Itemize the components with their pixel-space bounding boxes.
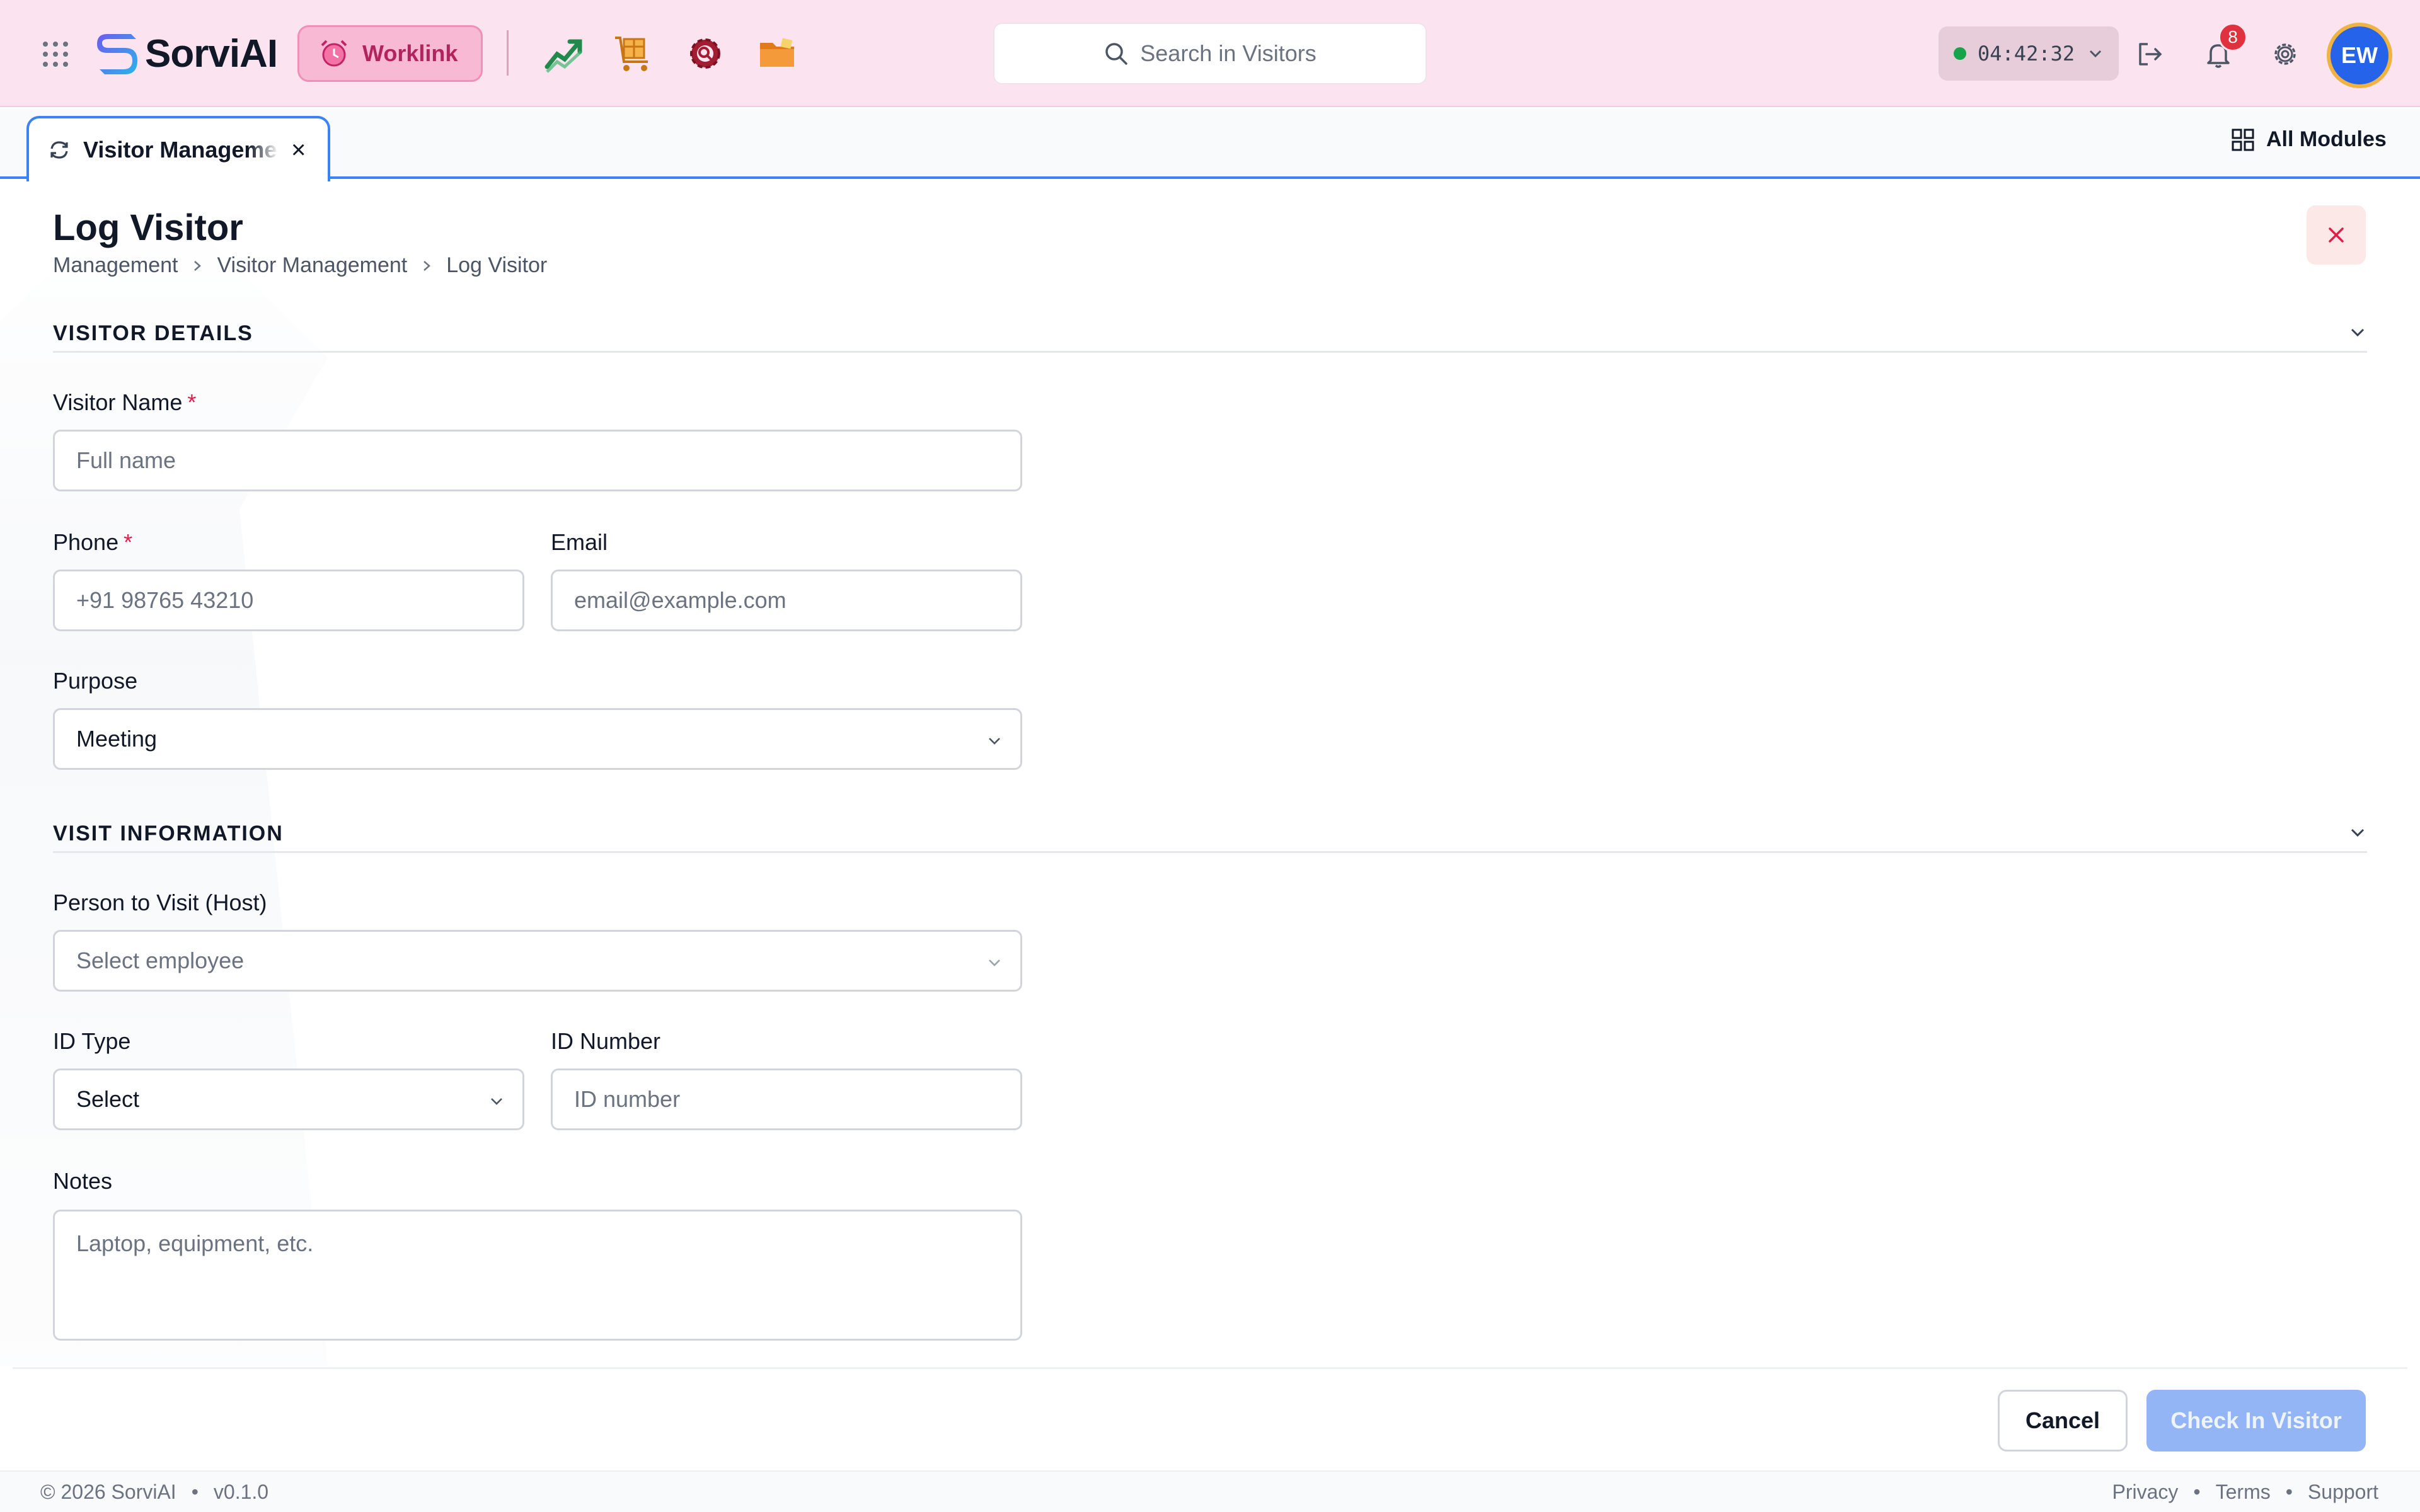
id-type-label: ID Type	[53, 1028, 131, 1054]
visitor-name-input[interactable]: Full name	[53, 430, 1022, 491]
breadcrumb-item[interactable]: Visitor Management	[217, 253, 407, 278]
placeholder: email@example.com	[574, 587, 786, 613]
workspace-label: Worklink	[362, 40, 458, 66]
folder-icon[interactable]	[756, 33, 798, 74]
notes-label: Notes	[53, 1168, 113, 1194]
search-bar[interactable]: Search in Visitors	[993, 23, 1427, 84]
refresh-icon	[50, 141, 68, 159]
support-link[interactable]: Support	[2308, 1480, 2378, 1504]
purpose-select[interactable]: Meeting	[53, 708, 1022, 770]
visitor-name-label: Visitor Name *	[53, 389, 196, 416]
breadcrumb-item-current: Log Visitor	[446, 253, 548, 277]
app-grid-icon[interactable]	[42, 40, 69, 68]
brand-logo[interactable]: SorviAI	[93, 26, 278, 81]
page-title: Log Visitor	[53, 207, 243, 248]
attendance-timer[interactable]: 04:42:32	[1939, 26, 2119, 81]
phone-input[interactable]: +91 98765 43210	[53, 570, 524, 631]
version-text: v0.1.0	[213, 1480, 269, 1503]
user-avatar[interactable]: EW	[2327, 23, 2392, 88]
placeholder: Laptop, equipment, etc.	[76, 1230, 314, 1256]
chevron-down-icon	[491, 1098, 502, 1105]
brand-name: SorviAI	[145, 32, 278, 76]
all-modules-label: All Modules	[2266, 127, 2387, 151]
purpose-label: Purpose	[53, 668, 138, 694]
package-cart-icon[interactable]	[613, 33, 654, 74]
separator: •	[2285, 1480, 2293, 1503]
placeholder: +91 98765 43210	[76, 587, 254, 613]
gear-search-icon[interactable]	[684, 33, 726, 74]
section-visitor-details[interactable]: VISITOR DETAILS	[53, 321, 2367, 353]
search-icon	[1105, 43, 1128, 65]
separator: •	[2193, 1480, 2201, 1503]
notification-badge: 8	[2218, 23, 2247, 52]
cancel-button[interactable]: Cancel	[1998, 1390, 2128, 1452]
separator: •	[191, 1480, 199, 1503]
top-bar: SorviAI Worklink Search in Visitors 04:4…	[0, 0, 2420, 107]
workspace-button[interactable]: Worklink	[297, 25, 483, 82]
status-dot	[1954, 47, 1966, 60]
gear-icon[interactable]	[2270, 39, 2300, 69]
host-label: Person to Visit (Host)	[53, 890, 267, 915]
tab-visitor-management[interactable]: Visitor Management ×	[26, 116, 330, 181]
grid-four-icon	[2232, 129, 2254, 151]
copyright-text: © 2026 SorviAI	[40, 1480, 176, 1503]
email-label: Email	[551, 529, 608, 555]
search-placeholder: Search in Visitors	[1140, 40, 1317, 66]
breadcrumb-item[interactable]: Management	[53, 253, 178, 278]
check-in-visitor-button[interactable]: Check In Visitor	[2146, 1390, 2366, 1452]
chevron-right-icon	[424, 260, 431, 271]
footer-links: Privacy • Terms • Support	[2112, 1480, 2379, 1504]
chevron-down-icon	[2090, 50, 2102, 58]
label-text: Phone	[53, 529, 119, 555]
notes-textarea[interactable]: Laptop, equipment, etc.	[53, 1210, 1022, 1341]
alarm-clock-icon	[321, 40, 347, 67]
chevron-down-icon	[989, 738, 1000, 745]
phone-label: Phone *	[53, 529, 132, 556]
chevron-down-icon[interactable]	[2348, 323, 2367, 341]
required-marker: *	[187, 389, 197, 415]
placeholder: ID number	[574, 1086, 681, 1112]
header-divider	[507, 30, 509, 76]
close-icon	[2329, 227, 2344, 243]
id-type-select[interactable]: Select	[53, 1068, 524, 1130]
email-input[interactable]: email@example.com	[551, 570, 1022, 631]
id-number-input[interactable]: ID number	[551, 1068, 1022, 1130]
required-marker: *	[124, 529, 133, 555]
breadcrumb: Management Visitor Management Log Visito…	[53, 253, 547, 278]
host-select[interactable]: Select employee	[53, 930, 1022, 992]
footer-bar: © 2026 SorviAI • v0.1.0 Privacy • Terms …	[0, 1470, 2420, 1512]
placeholder: Full name	[76, 447, 176, 473]
all-modules-button[interactable]: All Modules	[2231, 127, 2387, 152]
trending-chart-icon[interactable]	[543, 33, 585, 74]
copyright: © 2026 SorviAI • v0.1.0	[40, 1480, 268, 1504]
timer-value: 04:42:32	[1978, 42, 2075, 66]
page-content: Log Visitor Management Visitor Managemen…	[0, 181, 2420, 1369]
chevron-right-icon	[194, 260, 202, 271]
background-decoration	[0, 181, 328, 1366]
select-value: Meeting	[76, 726, 158, 752]
section-title: VISITOR DETAILS	[53, 321, 253, 345]
id-number-label: ID Number	[551, 1028, 661, 1054]
logout-icon[interactable]	[2135, 39, 2165, 69]
tab-bar: Visitor Management × All Modules	[0, 108, 2420, 181]
terms-link[interactable]: Terms	[2216, 1480, 2271, 1504]
placeholder: Select employee	[76, 948, 245, 973]
label-text: Visitor Name	[53, 389, 183, 415]
close-tab-icon[interactable]: ×	[291, 136, 306, 164]
form-footer-divider	[13, 1367, 2407, 1369]
select-value: Select	[76, 1086, 140, 1112]
tab-label: Visitor Management	[83, 137, 279, 163]
chevron-down-icon	[989, 959, 1000, 966]
section-title: VISIT INFORMATION	[53, 822, 284, 845]
chevron-down-icon[interactable]	[2348, 823, 2367, 842]
sorviai-logo-icon	[97, 34, 137, 74]
section-visit-information[interactable]: VISIT INFORMATION	[53, 822, 2367, 853]
privacy-link[interactable]: Privacy	[2112, 1480, 2179, 1504]
close-form-button[interactable]	[2307, 205, 2366, 265]
